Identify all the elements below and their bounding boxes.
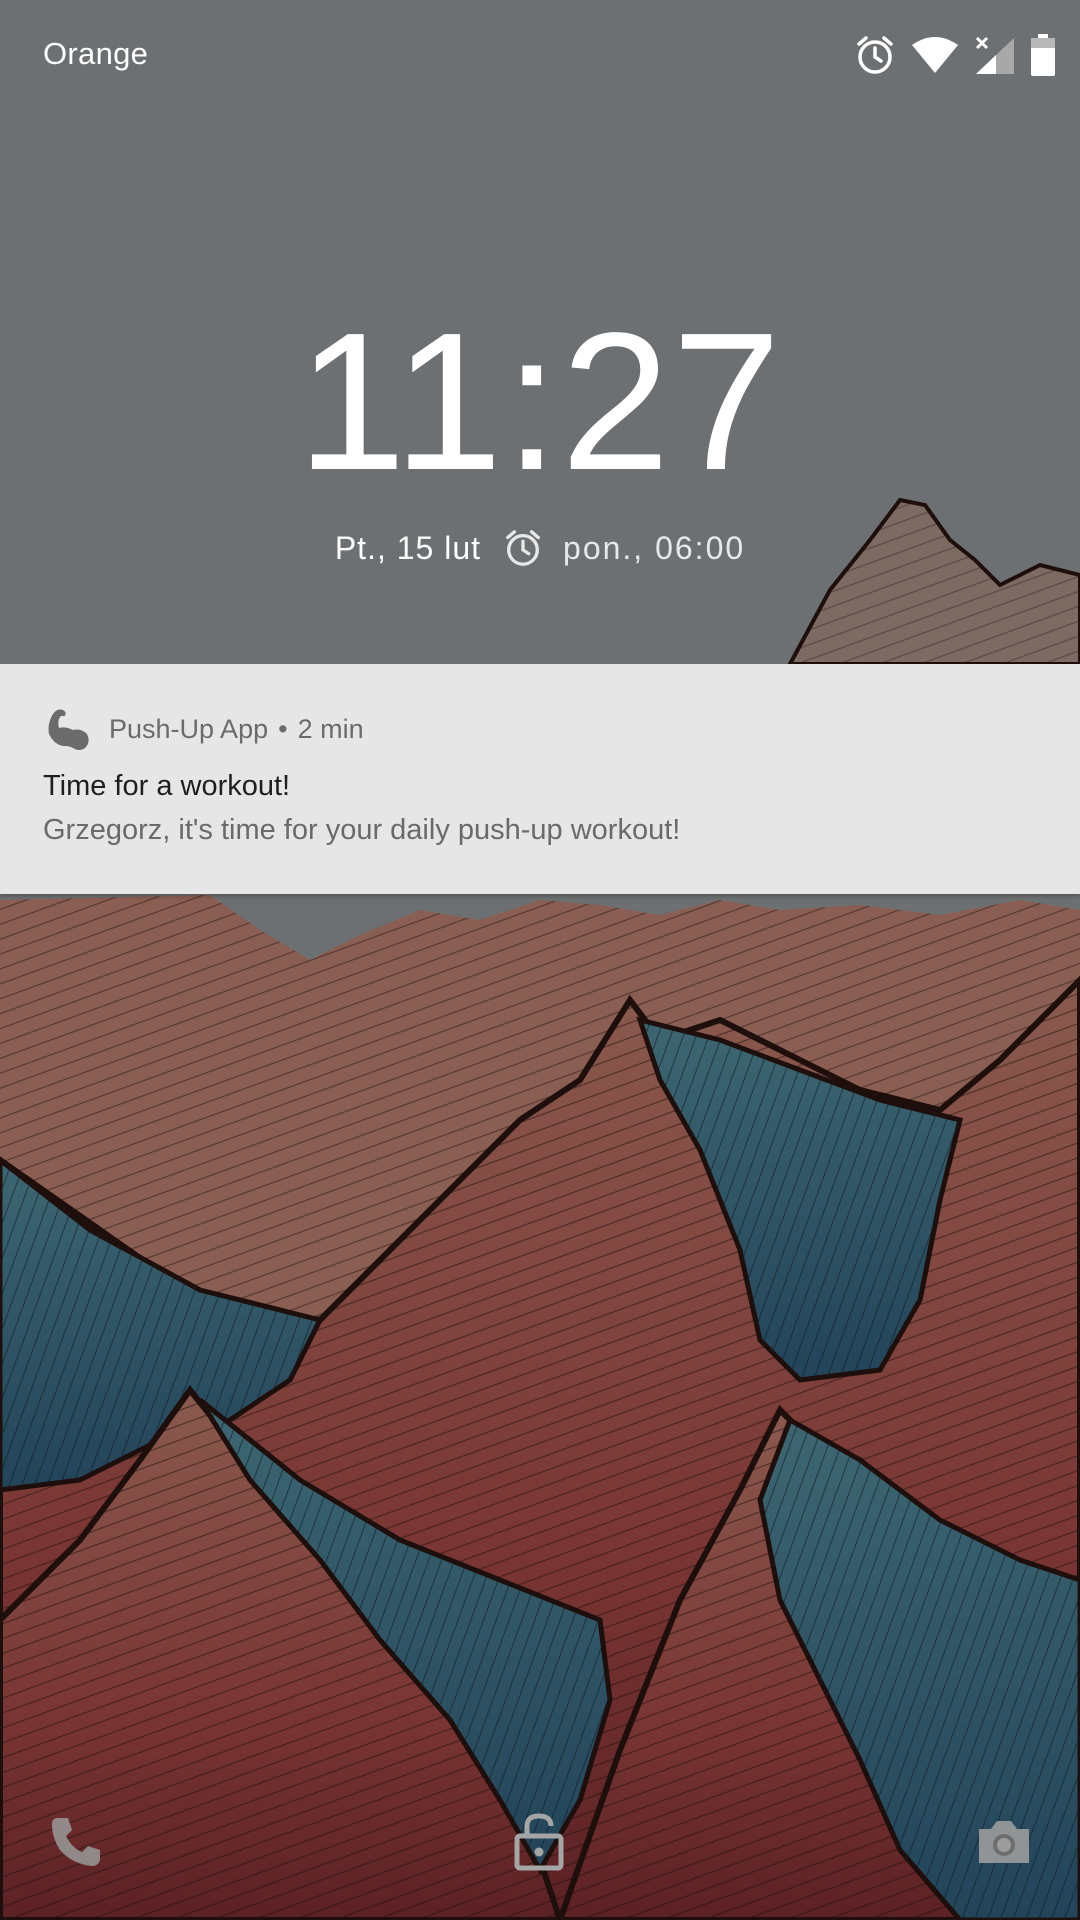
notification-body: Grzegorz, it's time for your daily push-… <box>43 814 681 846</box>
status-bar: Orange <box>0 0 1080 110</box>
notification-age: 2 min <box>297 713 364 744</box>
camera-icon[interactable] <box>974 1812 1034 1872</box>
notification-separator: • <box>278 713 288 744</box>
wallpaper-mountains <box>0 0 1080 1920</box>
flexed-arm-icon <box>43 704 93 754</box>
battery-icon <box>1030 34 1056 76</box>
signal-no-sim-icon <box>974 34 1016 76</box>
notification-header: Push-Up App • 2 min <box>43 704 364 754</box>
next-alarm-text: pon., 06:00 <box>563 529 746 566</box>
alarm-icon <box>854 34 896 76</box>
date-text: Pt., 15 lut <box>334 529 482 566</box>
carrier-name: Orange <box>43 36 149 71</box>
status-icons <box>854 30 1056 80</box>
next-alarm-icon <box>503 528 543 568</box>
lock-screen: Orange 11:27 Pt., 15 lut pon., 06:00 Pus… <box>0 0 1080 1920</box>
wifi-icon <box>910 35 960 75</box>
notification-card[interactable]: Push-Up App • 2 min Time for a workout! … <box>0 664 1080 894</box>
notification-title: Time for a workout! <box>43 770 291 802</box>
date-row: Pt., 15 lut pon., 06:00 <box>0 528 1080 568</box>
unlock-icon[interactable] <box>509 1812 569 1872</box>
lockscreen-clock: 11:27 <box>297 292 783 511</box>
phone-icon[interactable] <box>46 1812 106 1872</box>
notification-app-name: Push-Up App <box>109 713 269 744</box>
